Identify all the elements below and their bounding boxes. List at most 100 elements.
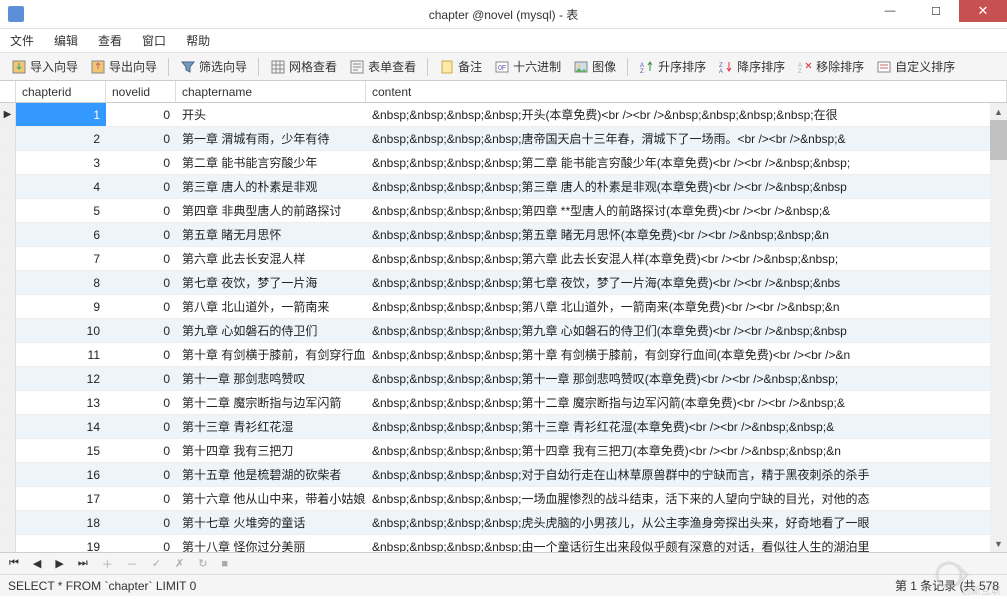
cell-chaptername[interactable]: 第六章 此去长安混人样 bbox=[176, 247, 366, 270]
remove-sort-button[interactable]: AZ移除排序 bbox=[792, 56, 869, 77]
cell-chaptername[interactable]: 第十四章 我有三把刀 bbox=[176, 439, 366, 462]
nav-refresh-button[interactable]: ↻ bbox=[195, 557, 210, 570]
cell-content[interactable]: &nbsp;&nbsp;&nbsp;&nbsp;第三章 唐人的朴素是非观(本章免… bbox=[366, 175, 1007, 198]
row-selector[interactable] bbox=[0, 343, 16, 366]
row-selector[interactable] bbox=[0, 295, 16, 318]
cell-novelid[interactable]: 0 bbox=[106, 175, 176, 198]
cell-chaptername[interactable]: 第十六章 他从山中来，带着小姑娘 bbox=[176, 487, 366, 510]
cell-novelid[interactable]: 0 bbox=[106, 343, 176, 366]
cell-chapterid[interactable]: 12 bbox=[16, 367, 106, 390]
table-row[interactable]: 190第十八章 怪你过分美丽&nbsp;&nbsp;&nbsp;&nbsp;由一… bbox=[0, 535, 1007, 552]
cell-chaptername[interactable]: 第十二章 魔宗断指与边军闪箭 bbox=[176, 391, 366, 414]
row-selector[interactable] bbox=[0, 199, 16, 222]
row-selector[interactable] bbox=[0, 487, 16, 510]
table-row[interactable]: 90第八章 北山道外，一箭南来&nbsp;&nbsp;&nbsp;&nbsp;第… bbox=[0, 295, 1007, 319]
nav-apply-button[interactable]: ✓ bbox=[149, 557, 164, 570]
cell-novelid[interactable]: 0 bbox=[106, 367, 176, 390]
nav-stop-button[interactable]: ■ bbox=[218, 558, 231, 570]
table-row[interactable]: 20第一章 渭城有雨，少年有待&nbsp;&nbsp;&nbsp;&nbsp;唐… bbox=[0, 127, 1007, 151]
table-row[interactable]: ▶10开头&nbsp;&nbsp;&nbsp;&nbsp;开头(本章免费)<br… bbox=[0, 103, 1007, 127]
nav-last-button[interactable]: ⏭ bbox=[75, 557, 91, 570]
table-row[interactable]: 100第九章 心如磐石的侍卫们&nbsp;&nbsp;&nbsp;&nbsp;第… bbox=[0, 319, 1007, 343]
cell-novelid[interactable]: 0 bbox=[106, 151, 176, 174]
row-selector[interactable] bbox=[0, 175, 16, 198]
cell-chaptername[interactable]: 第十五章 他是梳碧湖的砍柴者 bbox=[176, 463, 366, 486]
cell-content[interactable]: &nbsp;&nbsp;&nbsp;&nbsp;对于自幼行走在山林草原兽群中的宁… bbox=[366, 463, 1007, 486]
cell-chaptername[interactable]: 第十七章 火堆旁的童话 bbox=[176, 511, 366, 534]
hex-button[interactable]: 0F十六进制 bbox=[489, 56, 566, 77]
row-selector[interactable] bbox=[0, 223, 16, 246]
sort-asc-button[interactable]: AZ升序排序 bbox=[634, 56, 711, 77]
cell-chapterid[interactable]: 8 bbox=[16, 271, 106, 294]
cell-chapterid[interactable]: 10 bbox=[16, 319, 106, 342]
cell-novelid[interactable]: 0 bbox=[106, 127, 176, 150]
row-selector[interactable] bbox=[0, 439, 16, 462]
table-row[interactable]: 140第十三章 青衫红花湿&nbsp;&nbsp;&nbsp;&nbsp;第十三… bbox=[0, 415, 1007, 439]
import-wizard-button[interactable]: 导入向导 bbox=[6, 56, 83, 77]
cell-content[interactable]: &nbsp;&nbsp;&nbsp;&nbsp;第七章 夜饮，梦了一片海(本章免… bbox=[366, 271, 1007, 294]
row-selector[interactable]: ▶ bbox=[0, 103, 16, 126]
cell-chaptername[interactable]: 第八章 北山道外，一箭南来 bbox=[176, 295, 366, 318]
cell-content[interactable]: &nbsp;&nbsp;&nbsp;&nbsp;第十章 有剑横于膝前，有剑穿行血… bbox=[366, 343, 1007, 366]
menu-file[interactable]: 文件 bbox=[10, 32, 34, 49]
cell-content[interactable]: &nbsp;&nbsp;&nbsp;&nbsp;第八章 北山道外，一箭南来(本章… bbox=[366, 295, 1007, 318]
cell-chapterid[interactable]: 9 bbox=[16, 295, 106, 318]
scroll-down-icon[interactable]: ▼ bbox=[990, 535, 1007, 552]
cell-content[interactable]: &nbsp;&nbsp;&nbsp;&nbsp;唐帝国天启十三年春，渭城下了一场… bbox=[366, 127, 1007, 150]
scroll-up-icon[interactable]: ▲ bbox=[990, 103, 1007, 120]
table-row[interactable]: 60第五章 睹无月思怀&nbsp;&nbsp;&nbsp;&nbsp;第五章 睹… bbox=[0, 223, 1007, 247]
table-row[interactable]: 70第六章 此去长安混人样&nbsp;&nbsp;&nbsp;&nbsp;第六章… bbox=[0, 247, 1007, 271]
cell-content[interactable]: &nbsp;&nbsp;&nbsp;&nbsp;第四章 **型唐人的前路探讨(本… bbox=[366, 199, 1007, 222]
table-row[interactable]: 180第十七章 火堆旁的童话&nbsp;&nbsp;&nbsp;&nbsp;虎头… bbox=[0, 511, 1007, 535]
cell-content[interactable]: &nbsp;&nbsp;&nbsp;&nbsp;第十三章 青衫红花湿(本章免费)… bbox=[366, 415, 1007, 438]
nav-prev-button[interactable]: ◀ bbox=[30, 557, 44, 570]
nav-first-button[interactable]: ⏮ bbox=[6, 557, 22, 570]
row-selector[interactable] bbox=[0, 415, 16, 438]
menu-window[interactable]: 窗口 bbox=[142, 32, 166, 49]
cell-chapterid[interactable]: 16 bbox=[16, 463, 106, 486]
cell-content[interactable]: &nbsp;&nbsp;&nbsp;&nbsp;第九章 心如磐石的侍卫们(本章免… bbox=[366, 319, 1007, 342]
cell-content[interactable]: &nbsp;&nbsp;&nbsp;&nbsp;第十四章 我有三把刀(本章免费)… bbox=[366, 439, 1007, 462]
cell-chapterid[interactable]: 1 bbox=[16, 103, 106, 126]
cell-content[interactable]: &nbsp;&nbsp;&nbsp;&nbsp;第五章 睹无月思怀(本章免费)<… bbox=[366, 223, 1007, 246]
grid-body[interactable]: ▶10开头&nbsp;&nbsp;&nbsp;&nbsp;开头(本章免费)<br… bbox=[0, 103, 1007, 552]
cell-content[interactable]: &nbsp;&nbsp;&nbsp;&nbsp;开头(本章免费)<br /><b… bbox=[366, 103, 1007, 126]
cell-chapterid[interactable]: 11 bbox=[16, 343, 106, 366]
cell-chaptername[interactable]: 第五章 睹无月思怀 bbox=[176, 223, 366, 246]
column-header-novelid[interactable]: novelid bbox=[106, 81, 176, 102]
cell-content[interactable]: &nbsp;&nbsp;&nbsp;&nbsp;虎头虎脑的小男孩儿，从公主李渔身… bbox=[366, 511, 1007, 534]
row-selector[interactable] bbox=[0, 463, 16, 486]
menu-edit[interactable]: 编辑 bbox=[54, 32, 78, 49]
menu-view[interactable]: 查看 bbox=[98, 32, 122, 49]
table-row[interactable]: 170第十六章 他从山中来，带着小姑娘&nbsp;&nbsp;&nbsp;&nb… bbox=[0, 487, 1007, 511]
row-selector[interactable] bbox=[0, 319, 16, 342]
cell-chapterid[interactable]: 6 bbox=[16, 223, 106, 246]
cell-novelid[interactable]: 0 bbox=[106, 415, 176, 438]
table-row[interactable]: 160第十五章 他是梳碧湖的砍柴者&nbsp;&nbsp;&nbsp;&nbsp… bbox=[0, 463, 1007, 487]
row-selector[interactable] bbox=[0, 535, 16, 552]
cell-novelid[interactable]: 0 bbox=[106, 199, 176, 222]
table-row[interactable]: 130第十二章 魔宗断指与边军闪箭&nbsp;&nbsp;&nbsp;&nbsp… bbox=[0, 391, 1007, 415]
cell-chapterid[interactable]: 7 bbox=[16, 247, 106, 270]
cell-novelid[interactable]: 0 bbox=[106, 271, 176, 294]
form-view-button[interactable]: 表单查看 bbox=[344, 56, 421, 77]
table-row[interactable]: 120第十一章 那剑悲鸣赞叹&nbsp;&nbsp;&nbsp;&nbsp;第十… bbox=[0, 367, 1007, 391]
cell-novelid[interactable]: 0 bbox=[106, 103, 176, 126]
cell-chapterid[interactable]: 13 bbox=[16, 391, 106, 414]
nav-add-button[interactable]: ＋ bbox=[99, 556, 116, 572]
row-selector[interactable] bbox=[0, 367, 16, 390]
cell-novelid[interactable]: 0 bbox=[106, 247, 176, 270]
cell-chaptername[interactable]: 第十一章 那剑悲鸣赞叹 bbox=[176, 367, 366, 390]
cell-chapterid[interactable]: 15 bbox=[16, 439, 106, 462]
cell-chaptername[interactable]: 第四章 非典型唐人的前路探讨 bbox=[176, 199, 366, 222]
menu-help[interactable]: 帮助 bbox=[186, 32, 210, 49]
cell-chaptername[interactable]: 第七章 夜饮，梦了一片海 bbox=[176, 271, 366, 294]
table-row[interactable]: 40第三章 唐人的朴素是非观&nbsp;&nbsp;&nbsp;&nbsp;第三… bbox=[0, 175, 1007, 199]
cell-chaptername[interactable]: 第一章 渭城有雨，少年有待 bbox=[176, 127, 366, 150]
export-wizard-button[interactable]: 导出向导 bbox=[85, 56, 162, 77]
cell-content[interactable]: &nbsp;&nbsp;&nbsp;&nbsp;一场血腥惨烈的战斗结束，活下来的… bbox=[366, 487, 1007, 510]
cell-content[interactable]: &nbsp;&nbsp;&nbsp;&nbsp;第二章 能书能言穷酸少年(本章免… bbox=[366, 151, 1007, 174]
cell-chaptername[interactable]: 第十章 有剑横于膝前，有剑穿行血 bbox=[176, 343, 366, 366]
row-selector-header[interactable] bbox=[0, 81, 16, 102]
vertical-scrollbar[interactable]: ▲ ▼ bbox=[990, 103, 1007, 552]
